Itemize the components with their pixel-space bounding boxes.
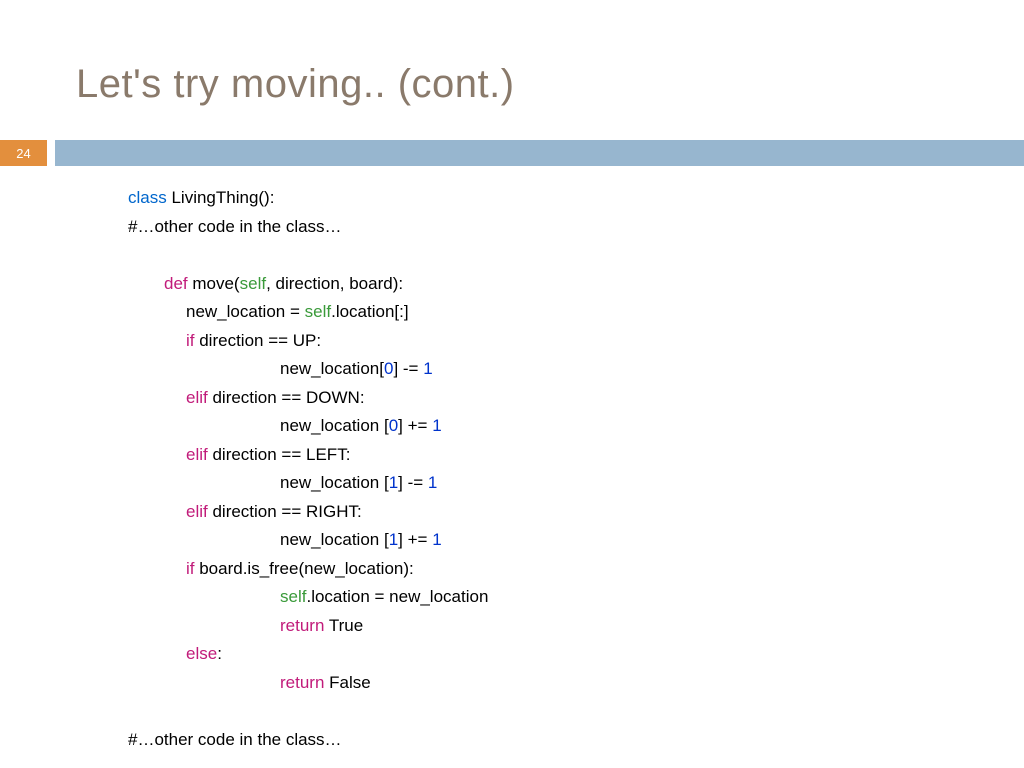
code-line: #…other code in the class… bbox=[128, 213, 488, 242]
code-line: new_location [1] -= 1 bbox=[128, 469, 488, 498]
kw-class: class bbox=[128, 188, 167, 207]
kw-def: def bbox=[164, 274, 188, 293]
code-line: self.location = new_location bbox=[128, 583, 488, 612]
code-line: class LivingThing(): bbox=[128, 184, 488, 213]
code-line: def move(self, direction, board): bbox=[128, 270, 488, 299]
code-line: if direction == UP: bbox=[128, 327, 488, 356]
divider-row: 24 bbox=[0, 140, 1024, 166]
code-line: elif direction == LEFT: bbox=[128, 441, 488, 470]
kw-else: else bbox=[186, 644, 217, 663]
kw-self: self bbox=[280, 587, 306, 606]
code-line: return True bbox=[128, 612, 488, 641]
slide-title: Let's try moving.. (cont.) bbox=[76, 62, 515, 107]
accent-bar bbox=[55, 140, 1024, 166]
code-line: new_location [1] += 1 bbox=[128, 526, 488, 555]
page-number-badge: 24 bbox=[0, 140, 47, 166]
kw-self: self bbox=[305, 302, 331, 321]
code-line: new_location[0] -= 1 bbox=[128, 355, 488, 384]
slide: Let's try moving.. (cont.) 24 class Livi… bbox=[0, 0, 1024, 768]
code-line: elif direction == DOWN: bbox=[128, 384, 488, 413]
code-line: #…other code in the class… bbox=[128, 726, 488, 755]
code-line: elif direction == RIGHT: bbox=[128, 498, 488, 527]
kw-elif: elif bbox=[186, 388, 208, 407]
code-line bbox=[128, 241, 488, 270]
kw-elif: elif bbox=[186, 445, 208, 464]
code-line: if board.is_free(new_location): bbox=[128, 555, 488, 584]
kw-return: return bbox=[280, 673, 324, 692]
kw-elif: elif bbox=[186, 502, 208, 521]
kw-self: self bbox=[240, 274, 266, 293]
code-line bbox=[128, 697, 488, 726]
code-line: new_location = self.location[:] bbox=[128, 298, 488, 327]
kw-return: return bbox=[280, 616, 324, 635]
code-block: class LivingThing(): #…other code in the… bbox=[128, 184, 488, 754]
kw-if: if bbox=[186, 331, 195, 350]
code-line: else: bbox=[128, 640, 488, 669]
kw-if: if bbox=[186, 559, 195, 578]
code-line: return False bbox=[128, 669, 488, 698]
code-line: new_location [0] += 1 bbox=[128, 412, 488, 441]
